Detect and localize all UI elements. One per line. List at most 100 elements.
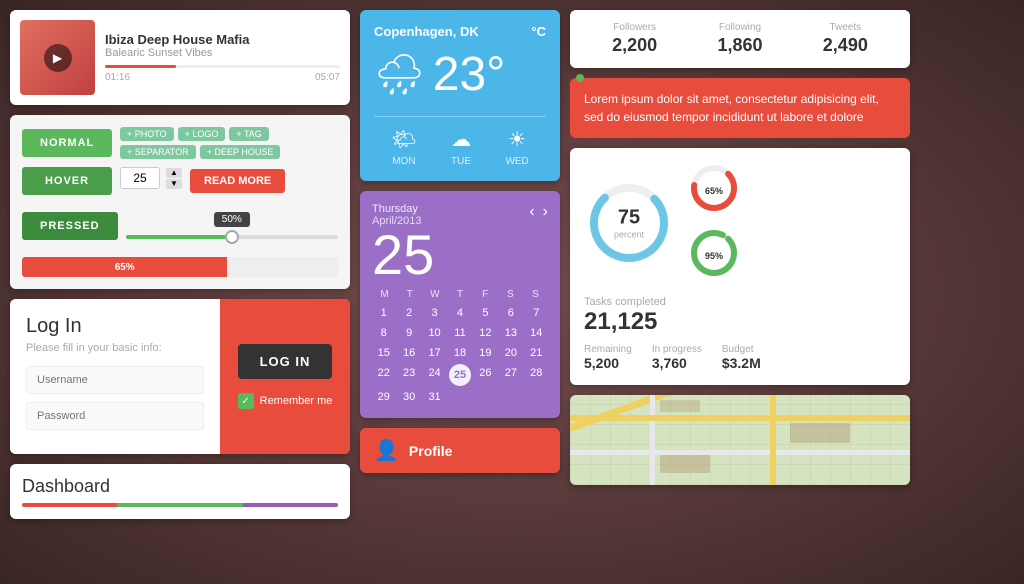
calendar-day[interactable]: 18: [448, 344, 471, 362]
slider-thumb[interactable]: [225, 230, 239, 244]
calendar-day[interactable]: 1: [372, 304, 395, 322]
read-more-button[interactable]: READ MORE: [190, 169, 285, 193]
spinner-up[interactable]: ▲: [166, 168, 182, 178]
profile-label: Profile: [409, 443, 453, 459]
weekday-th: T: [447, 289, 472, 300]
spinner-input[interactable]: [120, 167, 160, 189]
forecast-tue: ☁ TUE: [451, 127, 471, 167]
calendar-day[interactable]: 21: [525, 344, 548, 362]
calendar-day[interactable]: 20: [499, 344, 522, 362]
tag-logo[interactable]: + LOGO: [178, 127, 226, 141]
slider-track[interactable]: [126, 235, 338, 239]
calendar-day[interactable]: 17: [423, 344, 446, 362]
budget-item: Budget $3.2M: [722, 344, 761, 371]
calendar-day[interactable]: 16: [397, 344, 420, 362]
followers-label: Followers: [612, 22, 657, 33]
slider-label: 50%: [214, 212, 250, 227]
login-title: Log In: [26, 315, 204, 338]
calendar-day[interactable]: 14: [525, 324, 548, 342]
spinner-down[interactable]: ▼: [166, 179, 182, 189]
dashboard-card: Dashboard: [10, 464, 350, 519]
calendar-day[interactable]: 28: [525, 364, 548, 386]
password-input[interactable]: [26, 402, 204, 430]
dashboard-bar: [22, 503, 338, 507]
calendar-day[interactable]: 15: [372, 344, 395, 362]
tag-tag[interactable]: + TAG: [229, 127, 268, 141]
calendar-day[interactable]: 9: [397, 324, 420, 342]
calendar-day[interactable]: 8: [372, 324, 395, 342]
calendar-day[interactable]: [474, 388, 497, 406]
calendar-day[interactable]: 26: [474, 364, 497, 386]
remember-label: Remember me: [260, 395, 333, 407]
calendar-day[interactable]: 11: [448, 324, 471, 342]
calendar-day[interactable]: 25: [449, 364, 471, 386]
following-value: 1,860: [717, 35, 762, 56]
calendar-info: Thursday April/2013 25: [372, 203, 434, 283]
calendar-next[interactable]: ›: [543, 203, 548, 221]
tasks-value: 21,125: [584, 308, 896, 336]
calendar-day[interactable]: [448, 388, 471, 406]
calendar-nav[interactable]: ‹ ›: [529, 203, 548, 221]
calendar-day[interactable]: 6: [499, 304, 522, 322]
donut2-label: 95%: [705, 251, 723, 261]
profile-card[interactable]: 👤 Profile: [360, 428, 560, 473]
calendar-day[interactable]: [499, 388, 522, 406]
tasks-label: Tasks completed: [584, 296, 896, 308]
tag-deep-house[interactable]: + DEEP HOUSE: [200, 145, 281, 159]
progress-bar: 65%: [22, 257, 338, 277]
dashboard-title: Dashboard: [22, 476, 338, 497]
small-donuts: 65% 95%: [688, 162, 740, 284]
tag-separator[interactable]: + SEPARATOR: [120, 145, 196, 159]
remember-row: ✓ Remember me: [238, 393, 333, 409]
slider-area: 50%: [126, 209, 338, 243]
calendar-day[interactable]: 22: [372, 364, 395, 386]
calendar-day[interactable]: 29: [372, 388, 395, 406]
main-donut: 75 percent: [584, 178, 674, 268]
calendar-day[interactable]: 7: [525, 304, 548, 322]
dash-bar-green: [117, 503, 243, 507]
remember-checkbox[interactable]: ✓: [238, 393, 254, 409]
calendar-day[interactable]: 27: [499, 364, 522, 386]
forecast-mon-label: MON: [391, 156, 416, 167]
calendar-day[interactable]: 4: [448, 304, 471, 322]
calendar-day[interactable]: 10: [423, 324, 446, 342]
road-kennedy: [570, 395, 740, 432]
calendar-day[interactable]: 19: [474, 344, 497, 362]
music-progress-track[interactable]: [105, 65, 340, 68]
calendar-day[interactable]: 30: [397, 388, 420, 406]
calendar-day[interactable]: [525, 388, 548, 406]
twitter-stats-card: Followers 2,200 Following 1,860 Tweets 2…: [570, 10, 910, 68]
forecast-mon-icon: 🌤: [391, 127, 416, 152]
calendar-day[interactable]: 13: [499, 324, 522, 342]
hover-button[interactable]: HOVER: [22, 167, 112, 195]
calendar-day[interactable]: 5: [474, 304, 497, 322]
calendar-weekdays: M T W T F S S: [372, 289, 548, 300]
login-button[interactable]: LOG IN: [238, 344, 333, 379]
road-v2: [770, 395, 776, 485]
tag-photo[interactable]: + PHOTO: [120, 127, 174, 141]
map-background: [570, 395, 910, 485]
calendar-day[interactable]: 12: [474, 324, 497, 342]
tweets-label: Tweets: [823, 22, 868, 33]
forecast-mon: 🌤 MON: [391, 127, 416, 167]
normal-button[interactable]: NORMAL: [22, 129, 112, 157]
spinner-area: ▲ ▼: [120, 167, 182, 189]
followers-value: 2,200: [612, 35, 657, 56]
calendar-prev[interactable]: ‹: [529, 203, 534, 221]
calendar-day[interactable]: 3: [423, 304, 446, 322]
pressed-button[interactable]: PRESSED: [22, 212, 118, 240]
donut-main-value: 75: [614, 207, 644, 230]
calendar-day[interactable]: 24: [423, 364, 446, 386]
stat-tweets: Tweets 2,490: [823, 22, 868, 56]
forecast-wed: ☀ WED: [505, 127, 528, 167]
play-button[interactable]: ▶: [44, 44, 72, 72]
forecast-wed-label: WED: [505, 156, 528, 167]
username-input[interactable]: [26, 366, 204, 394]
spinner-arrows: ▲ ▼: [166, 168, 182, 189]
calendar-day[interactable]: 31: [423, 388, 446, 406]
calendar-day[interactable]: 23: [397, 364, 420, 386]
calendar-day[interactable]: 2: [397, 304, 420, 322]
tags-area: + PHOTO + LOGO + TAG + SEPARATOR + DEEP …: [120, 127, 338, 159]
music-title: Ibiza Deep House Mafia: [105, 32, 340, 47]
calendar-month: April/2013: [372, 215, 434, 227]
